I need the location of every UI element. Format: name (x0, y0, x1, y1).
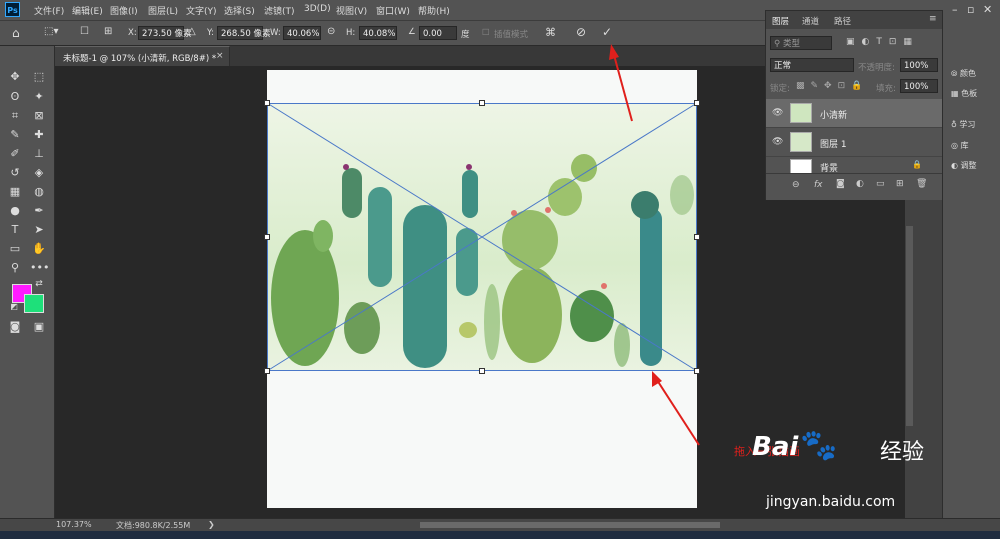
learn-panel-icon[interactable]: ♁ 学习 (951, 119, 975, 130)
status-bar: 107.37% 文档:980.8K/2.55M ❯ (0, 518, 1000, 531)
adjustments-panel-label: 调整 (960, 161, 977, 170)
trash-icon[interactable]: 🗑 (916, 179, 927, 189)
layer-name[interactable]: 图层 1 (820, 137, 847, 150)
handle-bottom-right[interactable] (694, 368, 700, 374)
collapsed-panels: ⦾ 颜色 ▦ 色板 ♁ 学习 ◎ 库 ◐ 调整 (942, 20, 1000, 518)
libraries-panel-label: 库 (960, 141, 969, 150)
fill-label: 填充: (876, 84, 896, 94)
layers-footer: ⊖ fx ◙ ◐ ▭ ⊞ 🗑 (766, 173, 942, 200)
status-arrow-icon[interactable]: ❯ (208, 520, 215, 529)
filter-label: 类型 (782, 39, 800, 49)
layer-thumbnail (790, 159, 812, 173)
layer-name[interactable]: 背景 (820, 161, 838, 173)
swatches-panel-icon[interactable]: ▦ 色板 (951, 88, 977, 99)
opacity-field[interactable]: 100% (900, 58, 938, 72)
visibility-eye-icon[interactable]: 👁 (772, 137, 783, 147)
filter-icons[interactable]: ▣◐T⊡▦ (846, 37, 919, 47)
lock-label: 锁定: (770, 84, 790, 94)
watermark-url: jingyan.baidu.com (766, 494, 896, 510)
cactus-round-small (570, 290, 614, 342)
handle-top-right[interactable] (694, 100, 700, 106)
visibility-eye-icon[interactable]: 👁 (772, 108, 783, 118)
layers-panel: 图层 通道 路径 ≡ ⚲ 类型 ▣◐T⊡▦ 正常 不透明度: 100% 锁定: … (765, 10, 943, 200)
arrow-to-illustration (656, 379, 700, 446)
opacity-label: 不透明度: (858, 63, 895, 73)
paw-icon: 🐾 (800, 428, 838, 463)
handle-middle-left[interactable] (264, 234, 270, 240)
color-panel-icon[interactable]: ⦾ 颜色 (951, 68, 976, 79)
tab-layers[interactable]: 图层 (772, 15, 789, 27)
group-icon[interactable]: ▭ (876, 179, 885, 189)
zoom-level[interactable]: 107.37% (56, 520, 92, 529)
horizontal-scrollbar[interactable] (420, 522, 720, 528)
swatches-panel-label: 色板 (961, 89, 978, 98)
lock-icon: 🔒 (912, 160, 922, 169)
handle-bottom-left[interactable] (264, 368, 270, 374)
watermark-brand-2: 经验 (880, 440, 925, 465)
layer-row[interactable]: 背景 🔒 (766, 157, 942, 173)
taskbar (0, 531, 1000, 539)
adjustment-icon[interactable]: ◐ (856, 179, 864, 189)
color-panel-label: 颜色 (959, 69, 976, 78)
handle-middle-right[interactable] (694, 234, 700, 240)
tab-paths[interactable]: 路径 (834, 15, 851, 27)
tab-channels[interactable]: 通道 (802, 15, 819, 27)
layer-name[interactable]: 小清新 (820, 108, 847, 121)
layer-thumbnail (790, 103, 812, 123)
mask-icon[interactable]: ◙ (836, 179, 845, 189)
blend-mode-select[interactable]: 正常 (770, 58, 854, 72)
handle-bottom-middle[interactable] (479, 368, 485, 374)
layer-row[interactable]: 👁 图层 1 (766, 128, 942, 157)
layer-thumbnail (790, 132, 812, 152)
document-size: 文档:980.8K/2.55M (116, 521, 191, 530)
adjustments-panel-icon[interactable]: ◐ 调整 (951, 160, 977, 171)
cactus-round-left (271, 230, 339, 366)
new-layer-icon[interactable]: ⊞ (896, 179, 904, 189)
lock-icons[interactable]: ▩✎✥⊡🔒 (796, 81, 868, 91)
layer-filter-select[interactable]: ⚲ 类型 (770, 36, 832, 50)
layers-panel-tabbar (766, 11, 942, 29)
cactus-tall-teal (403, 205, 447, 368)
panel-menu-icon[interactable]: ≡ (929, 14, 937, 24)
layer-row[interactable]: 👁 小清新 (766, 99, 942, 128)
link-icon[interactable]: ⊖ (792, 180, 800, 190)
fill-field[interactable]: 100% (900, 79, 938, 93)
fx-icon[interactable]: fx (814, 180, 823, 190)
libraries-panel-icon[interactable]: ◎ 库 (951, 140, 969, 151)
learn-panel-label: 学习 (959, 120, 976, 129)
watermark-brand: Bai (752, 432, 799, 462)
cactus-small-spiky (344, 302, 380, 354)
vertical-scrollbar[interactable] (906, 226, 913, 426)
handle-top-middle[interactable] (479, 100, 485, 106)
handle-top-left[interactable] (264, 100, 270, 106)
